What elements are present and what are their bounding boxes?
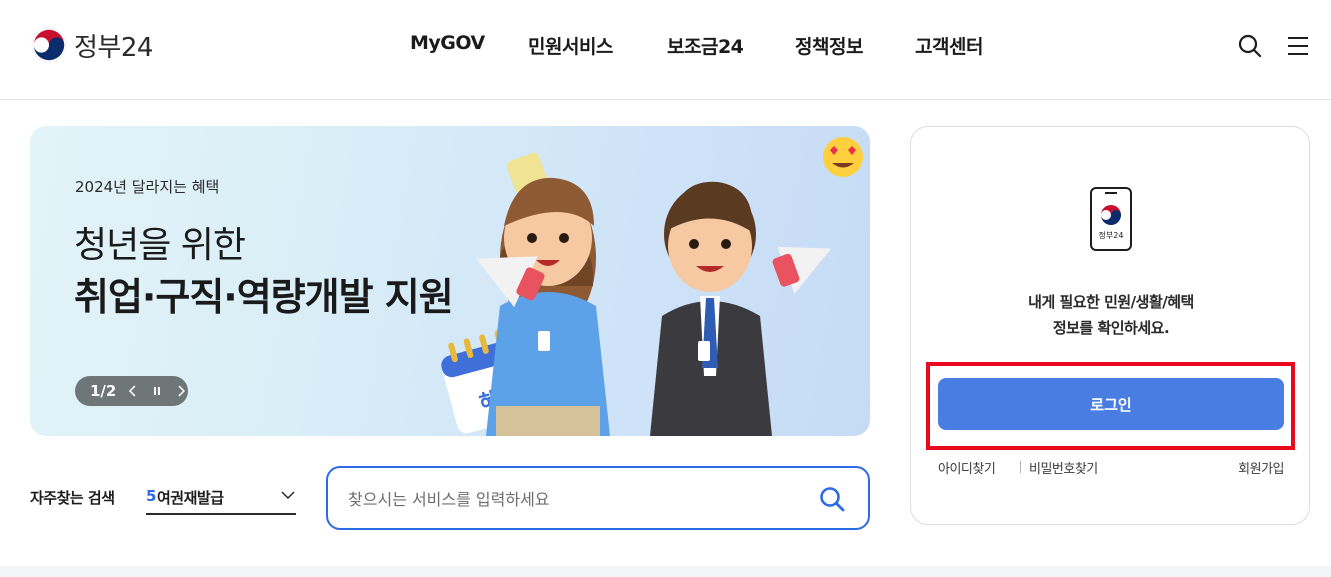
service-search-box <box>326 466 870 530</box>
site-header: 정부24 MyGOV 민원서비스 보조금24 정책정보 고객센터 <box>0 0 1331 100</box>
banner-controls: 1/2 <box>75 376 188 406</box>
nav-item-civil-service[interactable]: 민원서비스 <box>528 32 613 59</box>
search-button-icon[interactable] <box>818 485 846 513</box>
banner-title-line2: 취업·구직·역량개발 지원 <box>74 275 454 319</box>
login-button[interactable]: 로그인 <box>938 378 1284 430</box>
frequent-search-label: 자주찾는 검색 <box>30 489 115 507</box>
login-message: 내게 필요한 민원/생활/혜택 정보를 확인하세요. <box>911 289 1311 341</box>
login-message-line2: 정보를 확인하세요. <box>1052 319 1170 337</box>
find-password-link[interactable]: 비밀번호찾기 <box>1029 458 1098 477</box>
frequent-search-value: 여권재발급 <box>157 489 224 507</box>
main-nav: MyGOV 민원서비스 보조금24 정책정보 고객센터 <box>0 32 1331 60</box>
gov24-app-phone-icon: 정부24 <box>1090 187 1132 251</box>
banner-illustration: 혜택 <box>441 137 863 436</box>
banner-title-line1: 청년을 위한 <box>74 225 246 266</box>
frequent-search-rank: 5 <box>146 487 157 505</box>
login-message-line1: 내게 필요한 민원/생활/혜택 <box>1028 293 1194 311</box>
next-section-strip <box>0 566 1331 577</box>
hamburger-menu-icon[interactable] <box>1285 33 1311 59</box>
nav-item-policy-info[interactable]: 정책정보 <box>795 32 863 59</box>
chevron-right-icon[interactable] <box>174 384 188 398</box>
service-search-input[interactable] <box>348 486 788 512</box>
promo-banner[interactable]: 2024년 달라지는 혜택 청년을 위한 취업·구직·역량개발 지원 1/2 혜… <box>30 126 870 436</box>
signup-link[interactable]: 회원가입 <box>1238 458 1284 477</box>
nav-item-customer-center[interactable]: 고객센터 <box>915 32 983 59</box>
frequent-search-dropdown[interactable]: 5 여권재발급 <box>146 482 296 515</box>
account-links: 아이디찾기 비밀번호찾기 회원가입 <box>938 458 1284 478</box>
link-divider <box>1020 461 1021 473</box>
chevron-left-icon[interactable] <box>126 384 140 398</box>
nav-item-mygov[interactable]: MyGOV <box>410 32 485 54</box>
find-id-link[interactable]: 아이디찾기 <box>938 458 996 477</box>
heart-eyes-emoji-icon <box>823 137 863 177</box>
banner-page-indicator: 1/2 <box>90 382 117 400</box>
pause-icon[interactable] <box>150 384 164 398</box>
chevron-down-icon <box>281 491 295 499</box>
nav-item-subsidy24[interactable]: 보조금24 <box>667 32 744 59</box>
search-icon[interactable] <box>1237 33 1263 59</box>
app-label: 정부24 <box>1099 230 1124 240</box>
login-card: 정부24 내게 필요한 민원/생활/혜택 정보를 확인하세요. 로그인 아이디찾… <box>910 126 1310 525</box>
banner-subtitle: 2024년 달라지는 혜택 <box>75 178 220 196</box>
